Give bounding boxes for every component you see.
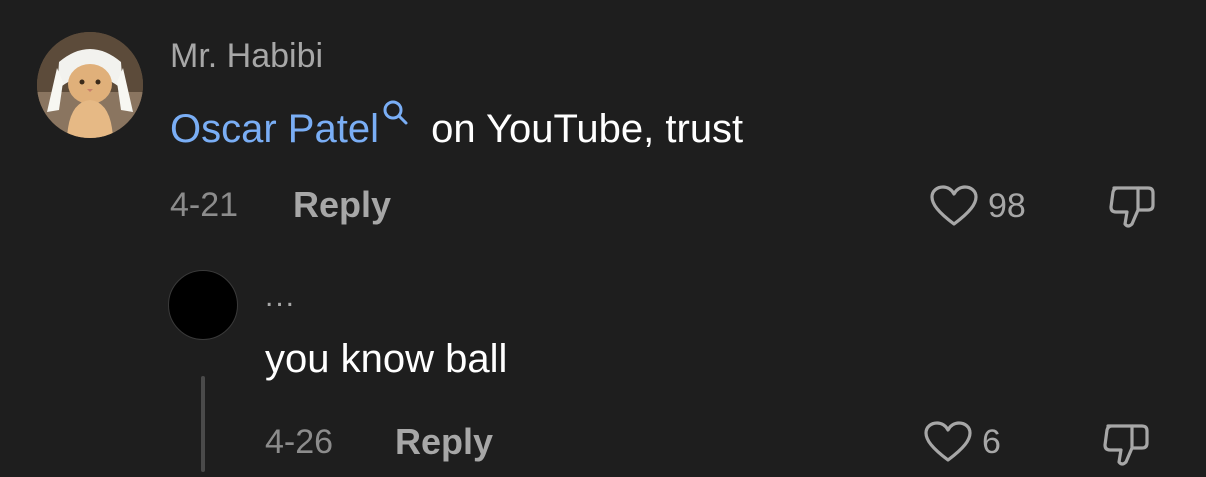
reply-button[interactable]: Reply: [293, 184, 391, 226]
reply-username[interactable]: ...: [265, 282, 296, 312]
comment-username[interactable]: Mr. Habibi: [170, 36, 323, 76]
like-count: 98: [988, 186, 1026, 225]
comment-body: on YouTube, trust: [419, 107, 744, 151]
reply-like-count: 6: [982, 422, 1001, 461]
heart-outline-icon: [924, 421, 972, 462]
thumbs-down-icon[interactable]: [1106, 180, 1160, 232]
cat-avatar-icon: [37, 32, 143, 138]
comment-text: Oscar Patel on YouTube, trust: [170, 98, 743, 152]
thread-line: [201, 376, 205, 472]
reply-avatar[interactable]: [168, 270, 238, 340]
comment-meta: 4-21 Reply: [170, 184, 391, 226]
thumbs-down-icon[interactable]: [1100, 418, 1154, 470]
like-button[interactable]: 98: [928, 184, 1026, 228]
reply-reply-button[interactable]: Reply: [395, 421, 493, 463]
comment-date: 4-21: [170, 186, 239, 224]
reply-date: 4-26: [265, 423, 334, 461]
reply-meta: 4-26 Reply: [265, 421, 493, 463]
reply-like-button[interactable]: 6: [922, 420, 1001, 464]
reply-text: you know ball: [265, 337, 508, 381]
mention-link[interactable]: Oscar Patel: [170, 107, 379, 151]
heart-outline-icon: [930, 185, 978, 226]
search-icon[interactable]: [380, 98, 410, 128]
avatar[interactable]: [37, 32, 143, 138]
